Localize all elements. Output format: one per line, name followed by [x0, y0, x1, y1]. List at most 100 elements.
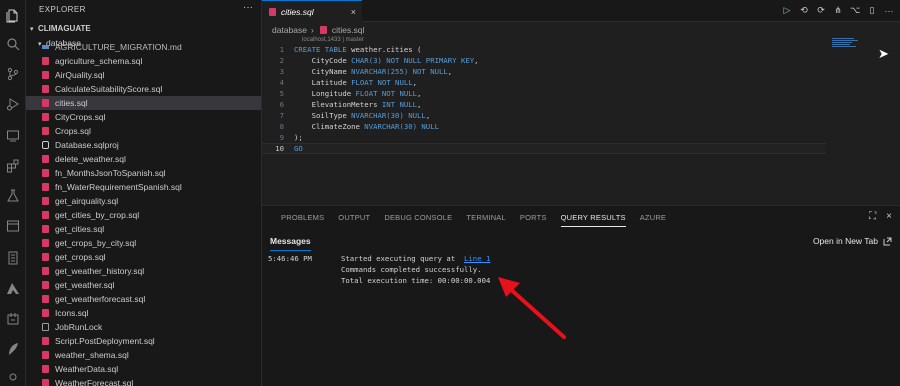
code-line: 10 GO — [262, 143, 826, 154]
more-actions-icon[interactable]: ··· — [884, 6, 894, 16]
database-icon[interactable] — [5, 218, 21, 234]
editor: cities.sql × ▷ ⟲ ⟳ ⋔ ⌥ ▯ ··· database › … — [262, 0, 900, 205]
file-name: Database.sqlproj — [55, 140, 119, 150]
breadcrumb-folder[interactable]: database — [272, 25, 307, 35]
file-item[interactable]: Icons.sql — [26, 306, 261, 320]
file-name: JobRunLock — [55, 322, 103, 332]
line-number: 5 — [279, 89, 284, 98]
run-icon[interactable]: ▷ — [782, 5, 792, 16]
file-item[interactable]: weather_shema.sql — [26, 348, 261, 362]
file-item[interactable]: get_cities.sql — [26, 222, 261, 236]
panel-tab[interactable]: PORTS — [513, 213, 554, 227]
close-icon[interactable]: × — [886, 211, 892, 222]
file-name: weather_shema.sql — [55, 350, 129, 360]
files-icon[interactable] — [5, 8, 21, 24]
file-item[interactable]: get_weather.sql — [26, 278, 261, 292]
close-icon[interactable]: × — [351, 7, 356, 17]
file-item[interactable]: get_crops.sql — [26, 250, 261, 264]
sql-file-icon — [42, 225, 49, 233]
maximize-panel-icon[interactable]: ⛶ — [869, 211, 876, 222]
code-token: , — [474, 56, 479, 65]
file-item-agriculture-migration[interactable]: AGRICULTURE_MIGRATION.md — [26, 40, 261, 54]
panel-tab[interactable]: PROBLEMS — [274, 213, 331, 227]
file-item[interactable]: AirQuality.sql — [26, 68, 261, 82]
file-item[interactable]: get_weatherforecast.sql — [26, 292, 261, 306]
editor-toolbar: ▷ ⟲ ⟳ ⋔ ⌥ ▯ ··· — [782, 5, 894, 16]
source-control-icon[interactable] — [5, 66, 21, 82]
testing-icon[interactable] — [5, 188, 21, 204]
code-token: NVARCHAR(255) NOT NULL — [351, 67, 448, 76]
sql-file-icon — [319, 26, 327, 34]
code-line: 5 Longitude FLOAT NOT NULL, — [262, 88, 900, 99]
line-number: 8 — [279, 122, 284, 131]
file-item[interactable]: get_cities_by_crop.sql — [26, 208, 261, 222]
code-line: 7 SoilType NVARCHAR(30) NULL, — [262, 110, 900, 121]
estimated-plan-icon[interactable]: ⋔ — [833, 5, 843, 16]
file-item[interactable]: delete_weather.sql — [26, 152, 261, 166]
tab-cities-sql[interactable]: cities.sql × — [262, 0, 362, 22]
file-name: WeatherForecast.sql — [55, 378, 134, 386]
sql-file-icon — [42, 113, 49, 121]
sql-file-icon — [42, 379, 49, 386]
accounts-icon[interactable] — [5, 371, 21, 386]
docker-icon[interactable] — [5, 311, 21, 327]
file-item[interactable]: agriculture_schema.sql — [26, 54, 261, 68]
file-item[interactable]: Crops.sql — [26, 124, 261, 138]
query-plan-icon[interactable]: ⌥ — [850, 5, 860, 16]
file-item[interactable]: fn_WaterRequirementSpanish.sql — [26, 180, 261, 194]
panel-tab[interactable]: AZURE — [633, 213, 673, 227]
breadcrumb: database › cities.sql — [272, 25, 364, 35]
file-item[interactable]: Script.PostDeployment.sql — [26, 334, 261, 348]
file-name: fn_MonthsJsonToSpanish.sql — [55, 168, 166, 178]
panel-tab[interactable]: DEBUG CONSOLE — [377, 213, 459, 227]
file-name: agriculture_schema.sql — [55, 56, 143, 66]
code-token: , — [425, 111, 431, 120]
file-item[interactable]: CalculateSuitabilityScore.sql — [26, 82, 261, 96]
file-item[interactable]: CityCrops.sql — [26, 110, 261, 124]
breadcrumb-file[interactable]: cities.sql — [332, 25, 365, 35]
sql-file-icon — [42, 127, 49, 135]
code-line: 1 CREATE TABLE weather.cities ( — [262, 44, 900, 55]
markdown-file-icon — [42, 45, 49, 49]
file-item[interactable]: Database.sqlproj — [26, 138, 261, 152]
split-editor-icon[interactable]: ▯ — [867, 5, 877, 16]
search-icon[interactable] — [5, 36, 21, 52]
sql-file-icon — [42, 211, 49, 219]
file-item[interactable]: fn_MonthsJsonToSpanish.sql — [26, 166, 261, 180]
line-number: 10 — [275, 144, 284, 153]
line-number: 3 — [279, 67, 284, 76]
code-token: CityCode — [294, 56, 352, 65]
panel-tab[interactable]: OUTPUT — [331, 213, 377, 227]
run-debug-icon[interactable] — [5, 96, 21, 112]
line-link[interactable]: Line 1 — [464, 254, 490, 263]
connect-icon[interactable]: ⟲ — [799, 5, 809, 16]
azure-icon[interactable] — [5, 281, 21, 297]
code-token: NVARCHAR(30) NULL — [351, 111, 426, 120]
more-actions-icon[interactable]: ··· — [243, 2, 253, 13]
panel-tab[interactable]: TERMINAL — [459, 213, 513, 227]
sql-file-icon — [269, 7, 276, 16]
messages-tab[interactable]: Messages — [270, 236, 311, 251]
file-item[interactable]: cities.sql — [26, 96, 261, 110]
sql-file-icon — [42, 71, 49, 79]
file-name: get_cities_by_crop.sql — [55, 210, 140, 220]
file-item[interactable]: JobRunLock — [26, 320, 261, 334]
refresh-icon[interactable]: ⟳ — [816, 5, 826, 16]
extensions-icon[interactable] — [5, 158, 21, 174]
open-in-new-tab-button[interactable]: Open in New Tab — [813, 236, 892, 246]
line-number: 4 — [279, 78, 284, 87]
sql-file-icon — [42, 253, 49, 261]
file-item[interactable]: WeatherData.sql — [26, 362, 261, 376]
ai-toolkit-icon[interactable] — [5, 341, 21, 357]
file-item[interactable]: WeatherForecast.sql — [26, 376, 261, 386]
sql-projects-icon[interactable] — [5, 250, 21, 266]
file-item[interactable]: get_crops_by_city.sql — [26, 236, 261, 250]
panel-tab[interactable]: QUERY RESULTS — [554, 213, 633, 227]
workspace-root[interactable]: ▾ CLIMAGUATE — [30, 24, 91, 33]
connection-info[interactable]: localhost,1433 | master — [302, 37, 364, 43]
file-item[interactable]: get_airquality.sql — [26, 194, 261, 208]
explorer-title: EXPLORER — [39, 5, 86, 14]
file-name: cities.sql — [55, 98, 88, 108]
remote-explorer-icon[interactable] — [5, 128, 21, 144]
file-item[interactable]: get_weather_history.sql — [26, 264, 261, 278]
